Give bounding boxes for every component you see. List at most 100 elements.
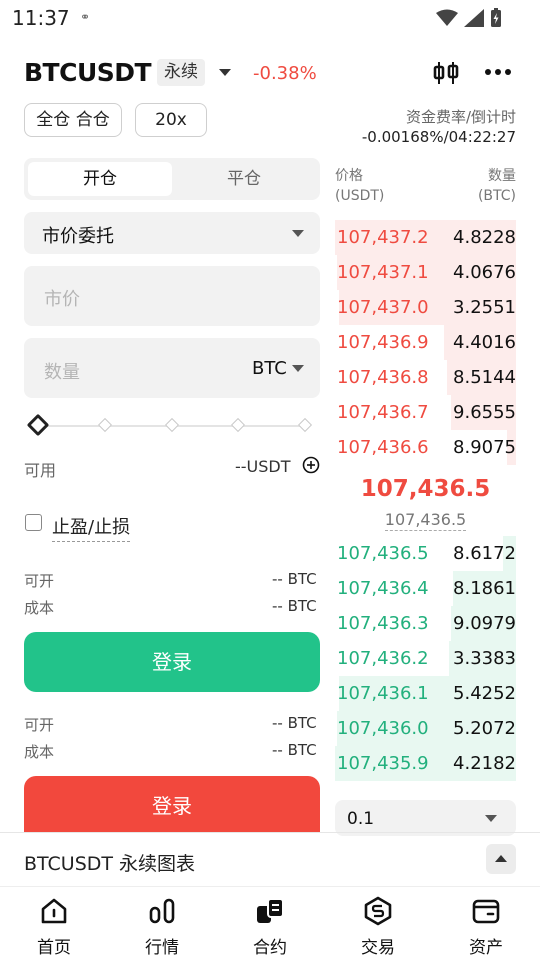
ask-quantity: 8.5144 xyxy=(453,367,516,388)
ask-quantity: 4.0676 xyxy=(453,262,516,283)
price-input[interactable]: 市价 xyxy=(24,266,320,326)
ask-row[interactable]: 107,436.6 8.9075 xyxy=(335,430,516,465)
qty-header-unit: (BTC) xyxy=(477,188,516,204)
link-icon: ⚭ xyxy=(80,10,91,24)
status-time: 11:37 xyxy=(12,6,70,30)
sell-cost-value: -- BTC xyxy=(272,741,317,759)
mark-price[interactable]: 107,436.5 xyxy=(335,510,516,531)
nav-trade-label: 交易 xyxy=(361,938,395,958)
home-icon xyxy=(41,898,67,924)
sell-login-button[interactable]: 登录 xyxy=(24,776,320,832)
depth-chevron-down-icon xyxy=(485,815,497,822)
ask-row[interactable]: 107,437.1 4.0676 xyxy=(335,255,516,290)
trade-tabs: 开仓 平仓 xyxy=(24,158,320,200)
bid-row[interactable]: 107,436.4 8.1861 xyxy=(335,571,516,606)
tpsl-label[interactable]: 止盈/止损 xyxy=(52,513,131,542)
contract-header: BTCUSDT 永续 -0.38% xyxy=(0,50,540,96)
bid-price: 107,436.4 xyxy=(337,578,429,599)
quantity-placeholder: 数量 xyxy=(44,362,80,383)
chart-expand-button[interactable] xyxy=(486,844,516,874)
funding-rate-value: -0.00168%/04:22:27 xyxy=(361,128,516,146)
buy-cost-value: -- BTC xyxy=(272,597,317,615)
candlestick-chart-icon[interactable] xyxy=(432,59,460,87)
ask-price: 107,437.1 xyxy=(337,262,429,283)
slider-thumb[interactable] xyxy=(26,413,50,437)
wifi-icon xyxy=(436,9,458,26)
bid-row[interactable]: 107,436.2 3.3383 xyxy=(335,641,516,676)
nav-markets[interactable]: 行情 xyxy=(108,887,216,960)
buy-max-open-label: 可开 xyxy=(24,572,55,590)
bid-row[interactable]: 107,436.1 5.4252 xyxy=(335,676,516,711)
buy-cost-label: 成本 xyxy=(24,599,55,617)
margin-mode-button[interactable]: 全仓 合仓 xyxy=(24,103,122,137)
nav-home[interactable]: 首页 xyxy=(0,887,108,960)
bid-row[interactable]: 107,436.5 8.6172 xyxy=(335,536,516,571)
slider-mark-100[interactable] xyxy=(297,417,313,433)
symbol-title[interactable]: BTCUSDT xyxy=(24,58,152,87)
ask-row[interactable]: 107,437.0 3.2551 xyxy=(335,290,516,325)
nav-trade[interactable]: 交易 xyxy=(324,887,432,960)
ask-row[interactable]: 107,436.9 4.4016 xyxy=(335,325,516,360)
leverage-button[interactable]: 20x xyxy=(135,103,207,137)
chevron-up-icon xyxy=(495,855,507,862)
unit-chevron-down-icon[interactable] xyxy=(292,365,304,372)
ask-quantity: 9.6555 xyxy=(453,402,516,423)
price-placeholder: 市价 xyxy=(44,289,80,310)
signal-icon xyxy=(464,9,484,27)
order-type-select[interactable]: 市价委托 xyxy=(24,212,320,254)
sell-max-open-value: -- BTC xyxy=(272,714,317,732)
ask-price: 107,437.0 xyxy=(337,297,429,318)
nav-assets[interactable]: 资产 xyxy=(432,887,540,960)
ask-price: 107,436.9 xyxy=(337,332,429,353)
quantity-unit-select[interactable]: BTC xyxy=(252,358,287,379)
buy-login-button[interactable]: 登录 xyxy=(24,632,320,692)
tab-open[interactable]: 开仓 xyxy=(28,162,172,196)
markets-icon xyxy=(149,898,175,924)
orderbook-price-header: 价格 (USDT) xyxy=(335,166,384,206)
divider xyxy=(0,832,540,833)
sell-cost-label: 成本 xyxy=(24,743,55,761)
ask-row[interactable]: 107,436.7 9.6555 xyxy=(335,395,516,430)
bid-row[interactable]: 107,436.0 5.2072 xyxy=(335,711,516,746)
bid-quantity: 9.0979 xyxy=(453,613,516,634)
symbol-dropdown-icon[interactable] xyxy=(219,69,231,76)
bid-quantity: 5.2072 xyxy=(453,718,516,739)
funding-rate-label: 资金费率/倒计时 xyxy=(405,108,516,126)
quantity-input[interactable]: 数量 BTC xyxy=(24,338,320,398)
ask-price: 107,436.7 xyxy=(337,402,429,423)
tab-close[interactable]: 平仓 xyxy=(172,162,316,196)
add-funds-icon[interactable] xyxy=(302,456,320,474)
ask-quantity: 4.4016 xyxy=(453,332,516,353)
ask-price: 107,436.6 xyxy=(337,437,429,458)
nav-home-label: 首页 xyxy=(37,938,71,958)
bid-price: 107,436.0 xyxy=(337,718,429,739)
more-icon[interactable] xyxy=(484,60,512,84)
order-type-label: 市价委托 xyxy=(42,226,114,247)
chevron-down-icon xyxy=(292,230,304,237)
tpsl-checkbox[interactable] xyxy=(25,514,42,531)
bid-price: 107,436.2 xyxy=(337,648,429,669)
chart-bar-title[interactable]: BTCUSDT 永续图表 xyxy=(24,849,195,876)
mark-price-value: 107,436.5 xyxy=(384,510,467,531)
bid-row[interactable]: 107,435.9 4.2182 xyxy=(335,746,516,781)
bid-price: 107,436.3 xyxy=(337,613,429,634)
bid-quantity: 5.4252 xyxy=(453,683,516,704)
available-value: --USDT xyxy=(235,457,291,476)
slider-mark-25[interactable] xyxy=(97,417,113,433)
nav-futures[interactable]: 合约 xyxy=(216,887,324,960)
last-price[interactable]: 107,436.5 xyxy=(335,476,516,502)
contract-type-badge: 永续 xyxy=(157,59,205,86)
bid-row[interactable]: 107,436.3 9.0979 xyxy=(335,606,516,641)
ask-price: 107,436.8 xyxy=(337,367,429,388)
nav-assets-label: 资产 xyxy=(469,938,503,958)
depth-precision-select[interactable]: 0.1 xyxy=(335,800,516,836)
buy-max-open-value: -- BTC xyxy=(272,570,317,588)
ask-row[interactable]: 107,437.2 4.8228 xyxy=(335,220,516,255)
price-header-unit: (USDT) xyxy=(335,188,385,204)
bid-price: 107,436.5 xyxy=(337,543,429,564)
slider-mark-75[interactable] xyxy=(230,417,246,433)
ask-quantity: 4.8228 xyxy=(453,227,516,248)
bid-quantity: 8.1861 xyxy=(453,578,516,599)
slider-mark-50[interactable] xyxy=(164,417,180,433)
ask-row[interactable]: 107,436.8 8.5144 xyxy=(335,360,516,395)
